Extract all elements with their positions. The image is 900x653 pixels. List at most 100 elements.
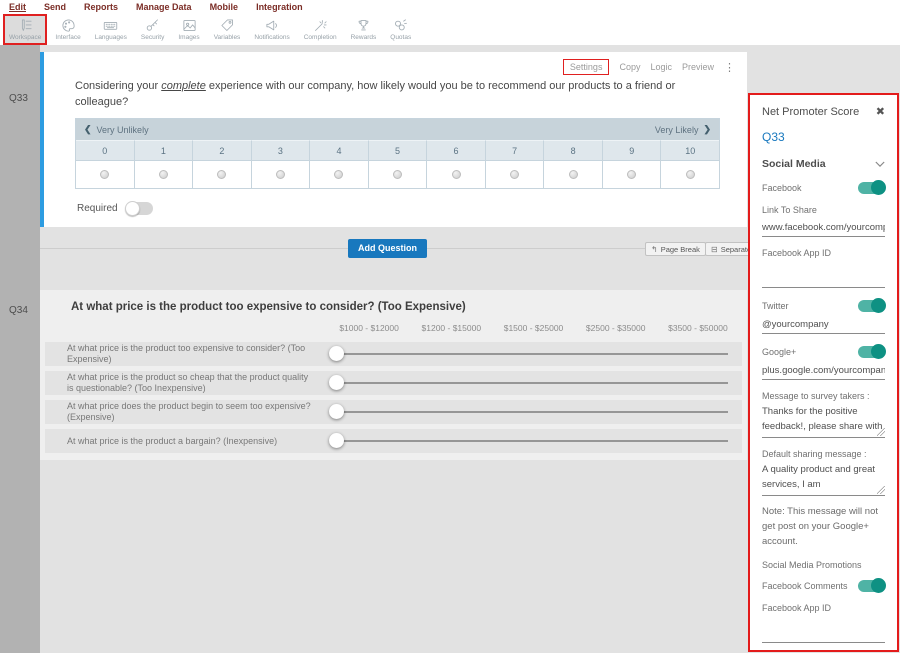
- toolbar-item-label: Workspace: [9, 34, 41, 41]
- slider-row-label: At what price does the product begin to …: [45, 401, 315, 423]
- close-icon[interactable]: ✖: [876, 105, 885, 118]
- kebab-menu-icon[interactable]: ⋮: [724, 61, 735, 74]
- nps-value: 0: [76, 140, 134, 160]
- link-to-share-input[interactable]: [762, 221, 885, 237]
- scale-next-icon[interactable]: ❯: [703, 124, 711, 135]
- price-column-header: $1000 - $12000: [328, 323, 410, 333]
- nps-value: 8: [543, 140, 602, 160]
- facebook-app-id-2-input[interactable]: [762, 627, 885, 643]
- toolbar-item-interface[interactable]: Interface: [49, 14, 86, 45]
- resize-grip-icon[interactable]: [877, 428, 885, 436]
- toolbar-item-images[interactable]: Images: [172, 14, 205, 45]
- keyboard-icon: [103, 18, 118, 33]
- default-sharing-message-textarea[interactable]: A quality product and great services, I …: [762, 462, 885, 496]
- settings-button[interactable]: Settings: [563, 59, 610, 75]
- workspace-icon: [18, 18, 33, 33]
- page-break-icon: ↰: [651, 245, 658, 254]
- scale-right-label: Very Likely: [655, 125, 699, 135]
- google-plus-url-input[interactable]: [762, 364, 885, 380]
- chevron-down-icon[interactable]: [875, 161, 885, 168]
- slider-row: At what price is the product a bargain? …: [45, 429, 742, 453]
- facebook-app-id-2-label: Facebook App ID: [762, 603, 885, 613]
- toolbar-item-workspace[interactable]: Workspace: [3, 14, 47, 45]
- page-break-label: Page Break: [661, 245, 700, 254]
- facebook-comments-toggle-row: Facebook Comments: [762, 580, 885, 592]
- slider-handle[interactable]: [329, 404, 344, 419]
- copy-button[interactable]: Copy: [619, 62, 640, 72]
- resize-grip-icon[interactable]: [877, 486, 885, 494]
- slider-handle[interactable]: [329, 375, 344, 390]
- facebook-toggle[interactable]: [858, 182, 885, 194]
- default-message-textarea-wrap: A quality product and great services, I …: [762, 462, 885, 496]
- nps-radio-2[interactable]: [217, 170, 226, 179]
- nps-scale-header: ❮ Very Unlikely Very Likely ❯: [76, 119, 719, 140]
- facebook-toggle-row: Facebook: [762, 182, 885, 194]
- tag-icon: [220, 18, 235, 33]
- nps-value: 9: [602, 140, 661, 160]
- nps-radio-8[interactable]: [569, 170, 578, 179]
- toolbar-item-languages[interactable]: Languages: [89, 14, 133, 45]
- slider: [329, 429, 728, 453]
- toolbar-item-rewards[interactable]: Rewards: [345, 14, 383, 45]
- toggle-knob: [871, 344, 886, 359]
- menu-mobile[interactable]: Mobile: [210, 2, 239, 12]
- nps-radio-5[interactable]: [393, 170, 402, 179]
- toolbar-item-label: Rewards: [351, 34, 377, 41]
- menu-send[interactable]: Send: [44, 2, 66, 12]
- google-plus-toggle[interactable]: [858, 346, 885, 358]
- message-textarea-wrap: Thanks for the positive feedback!, pleas…: [762, 404, 885, 438]
- q33-number-label: Q33: [9, 93, 28, 104]
- menu-reports[interactable]: Reports: [84, 2, 118, 12]
- nps-value: 3: [251, 140, 310, 160]
- menu-manage-data[interactable]: Manage Data: [136, 2, 192, 12]
- slider-handle[interactable]: [329, 433, 344, 448]
- question-block-q33: Settings Copy Logic Preview ⋮ Considerin…: [40, 52, 747, 227]
- page-break-button[interactable]: ↰ Page Break: [645, 242, 706, 256]
- facebook-comments-toggle[interactable]: [858, 580, 885, 592]
- slider-row-label: At what price is the product too expensi…: [45, 343, 315, 365]
- slider-row: At what price does the product begin to …: [45, 400, 742, 424]
- nps-radio-0[interactable]: [100, 170, 109, 179]
- menu-edit[interactable]: Edit: [9, 2, 26, 12]
- key-icon: [145, 18, 160, 33]
- scale-left-label: Very Unlikely: [97, 125, 149, 135]
- nps-radio-1[interactable]: [159, 170, 168, 179]
- nps-value: 7: [485, 140, 544, 160]
- toolbar-item-notifications[interactable]: Notifications: [248, 14, 295, 45]
- nps-radio-7[interactable]: [510, 170, 519, 179]
- required-label: Required: [77, 203, 118, 214]
- twitter-handle-input[interactable]: [762, 318, 885, 334]
- nps-radio-9[interactable]: [627, 170, 636, 179]
- toolbar-item-label: Quotas: [390, 34, 411, 41]
- link-to-share-label: Link To Share: [762, 205, 885, 215]
- nps-radio-3[interactable]: [276, 170, 285, 179]
- nps-radio-6[interactable]: [452, 170, 461, 179]
- add-question-button[interactable]: Add Question: [348, 239, 427, 258]
- twitter-toggle[interactable]: [858, 300, 885, 312]
- nps-radio-10[interactable]: [686, 170, 695, 179]
- toolbar-item-label: Interface: [55, 34, 80, 41]
- slider: [329, 400, 728, 424]
- q34-title[interactable]: At what price is the product too expensi…: [71, 301, 466, 313]
- facebook-app-id-input[interactable]: [762, 272, 885, 288]
- panel-question-id[interactable]: Q33: [762, 130, 885, 144]
- question-block-q34: At what price is the product too expensi…: [40, 290, 747, 460]
- menu-integration[interactable]: Integration: [256, 2, 303, 12]
- google-plus-toggle-row: Google+: [762, 346, 885, 358]
- toolbar-item-quotas[interactable]: Quotas: [384, 14, 417, 45]
- logic-button[interactable]: Logic: [650, 62, 672, 72]
- toolbar-item-variables[interactable]: Variables: [208, 14, 247, 45]
- magic-wand-icon: [313, 18, 328, 33]
- scale-prev-icon[interactable]: ❮: [84, 124, 92, 135]
- slider-handle[interactable]: [329, 346, 344, 361]
- social-media-section-header[interactable]: Social Media: [762, 158, 885, 170]
- twitter-toggle-row: Twitter: [762, 300, 885, 312]
- toolbar-item-completion[interactable]: Completion: [298, 14, 343, 45]
- nps-value: 5: [368, 140, 427, 160]
- nps-radio-4[interactable]: [334, 170, 343, 179]
- message-to-survey-takers-textarea[interactable]: Thanks for the positive feedback!, pleas…: [762, 404, 885, 438]
- toolbar-item-security[interactable]: Security: [135, 14, 170, 45]
- required-toggle[interactable]: [126, 202, 153, 215]
- preview-button[interactable]: Preview: [682, 62, 714, 72]
- question-text[interactable]: Considering your complete experience wit…: [75, 78, 707, 110]
